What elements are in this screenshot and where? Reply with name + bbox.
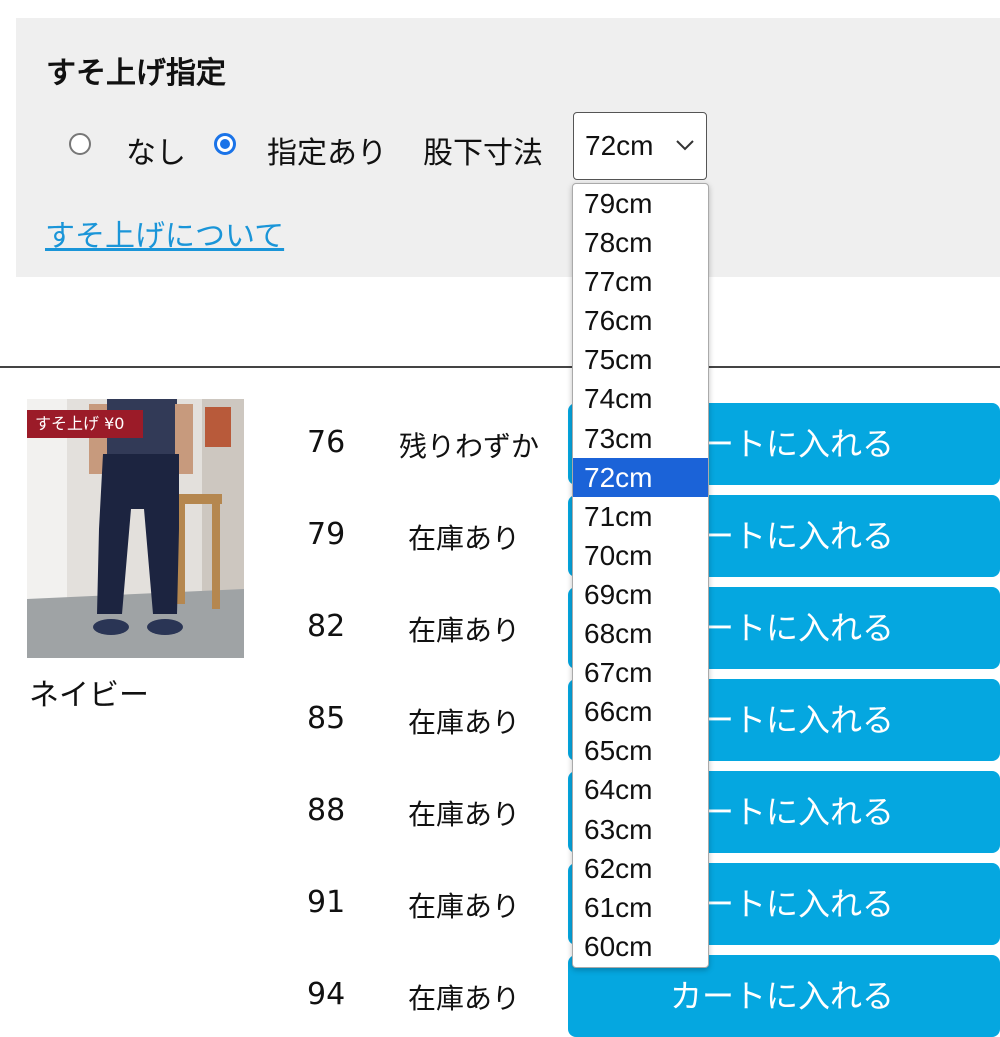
dropdown-option[interactable]: 68cm — [573, 614, 708, 653]
dropdown-option[interactable]: 61cm — [573, 888, 708, 927]
dropdown-option[interactable]: 77cm — [573, 262, 708, 301]
inseam-dropdown-list[interactable]: 79cm 78cm 77cm 76cm 75cm 74cm 73cm 72cm … — [572, 183, 709, 968]
size-value: 79 — [307, 517, 346, 552]
dropdown-option[interactable]: 64cm — [573, 770, 708, 809]
stock-status: 在庫あり — [408, 982, 521, 1015]
inseam-select[interactable]: 72cm — [573, 112, 707, 180]
dropdown-option[interactable]: 63cm — [573, 810, 708, 849]
dropdown-option[interactable]: 62cm — [573, 849, 708, 888]
stock-status: 在庫あり — [408, 706, 521, 739]
dropdown-option-selected[interactable]: 72cm — [573, 457, 708, 497]
size-row: 85 在庫あり カートに入れる — [0, 679, 1000, 761]
dropdown-option[interactable]: 70cm — [573, 536, 708, 575]
dropdown-option[interactable]: 74cm — [573, 379, 708, 418]
dropdown-option[interactable]: 73cm — [573, 419, 708, 458]
size-value: 91 — [307, 885, 346, 920]
radio-specify-label[interactable]: 指定あり — [267, 128, 387, 172]
size-value: 94 — [307, 977, 346, 1012]
size-row: 91 在庫あり カートに入れる — [0, 863, 1000, 945]
stock-status: 在庫あり — [408, 798, 521, 831]
stock-status: 在庫あり — [408, 890, 521, 923]
divider — [0, 366, 1000, 368]
size-row: 94 在庫あり カートに入れる — [0, 955, 1000, 1037]
size-value: 76 — [307, 425, 346, 460]
size-row: 88 在庫あり カートに入れる — [0, 771, 1000, 853]
stock-status: 在庫あり — [408, 614, 521, 647]
size-row: 82 在庫あり カートに入れる — [0, 587, 1000, 669]
dropdown-option[interactable]: 79cm — [573, 184, 708, 223]
hem-info-link[interactable]: すそ上げについて — [45, 211, 284, 255]
dropdown-option[interactable]: 60cm — [573, 927, 708, 966]
dropdown-option[interactable]: 65cm — [573, 731, 708, 770]
hem-title: すそ上げ指定 — [46, 56, 226, 91]
dropdown-option[interactable]: 75cm — [573, 340, 708, 379]
radio-none[interactable] — [69, 133, 91, 155]
size-value: 88 — [307, 793, 346, 828]
radio-none-label[interactable]: なし — [126, 128, 186, 172]
dropdown-option[interactable]: 71cm — [573, 497, 708, 536]
size-row: 79 在庫あり カートに入れる — [0, 495, 1000, 577]
hem-free-badge: すそ上げ ¥0 — [27, 410, 143, 438]
size-value: 85 — [307, 701, 346, 736]
inseam-label: 股下寸法 — [423, 136, 543, 171]
inseam-select-value: 72cm — [585, 130, 654, 161]
dropdown-option[interactable]: 78cm — [573, 223, 708, 262]
hem-panel: すそ上げ指定 なし 指定あり 股下寸法 72cm すそ上げについて — [16, 18, 1000, 277]
size-row: 76 残りわずか カートに入れる — [0, 403, 1000, 485]
dropdown-option[interactable]: 66cm — [573, 692, 708, 731]
dropdown-option[interactable]: 69cm — [573, 575, 708, 614]
dropdown-option[interactable]: 67cm — [573, 653, 708, 692]
dropdown-option[interactable]: 76cm — [573, 301, 708, 340]
size-value: 82 — [307, 609, 346, 644]
chevron-down-icon — [676, 140, 694, 151]
radio-specify[interactable] — [214, 133, 236, 155]
stock-status: 在庫あり — [408, 522, 521, 555]
stock-status: 残りわずか — [399, 430, 540, 463]
